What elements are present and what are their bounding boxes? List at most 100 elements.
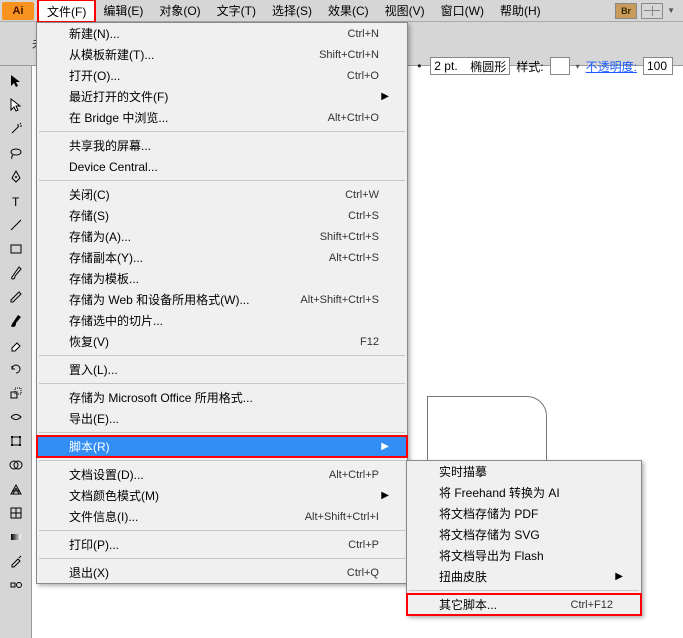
menu-item-文档颜色模式(M)[interactable]: 文档颜色模式(M)▶ xyxy=(37,485,407,506)
menu-文件(F)[interactable]: 文件(F) xyxy=(38,0,95,22)
menu-item-shortcut: Ctrl+W xyxy=(345,189,379,201)
menu-item-将文档存储为 PDF[interactable]: 将文档存储为 PDF xyxy=(407,503,641,524)
menu-文字(T)[interactable]: 文字(T) xyxy=(209,0,264,22)
menu-item-Device Central...[interactable]: Device Central... xyxy=(37,156,407,177)
type-tool-icon[interactable]: T xyxy=(3,190,29,212)
chevron-down-icon[interactable]: ▼ xyxy=(667,6,675,15)
menu-item-将文档导出为 Flash[interactable]: 将文档导出为 Flash xyxy=(407,545,641,566)
menu-item-存储(S)[interactable]: 存储(S)Ctrl+S xyxy=(37,205,407,226)
menu-item-存储为模板...[interactable]: 存储为模板... xyxy=(37,268,407,289)
menu-item-存储为(A)...[interactable]: 存储为(A)...Shift+Ctrl+S xyxy=(37,226,407,247)
menu-item-扭曲皮肤[interactable]: 扭曲皮肤▶ xyxy=(407,566,641,587)
lasso-tool-icon[interactable] xyxy=(3,142,29,164)
scale-tool-icon[interactable] xyxy=(3,382,29,404)
free-transform-tool-icon[interactable] xyxy=(3,430,29,452)
stroke-width-select[interactable]: 2 pt. 椭圆形 xyxy=(430,57,510,75)
stroke-style-value: 椭圆形 xyxy=(470,58,506,75)
menu-item-将文档存储为 SVG[interactable]: 将文档存储为 SVG xyxy=(407,524,641,545)
arrange-documents-icon[interactable] xyxy=(641,3,663,19)
menu-item-label: 导出(E)... xyxy=(69,410,379,427)
style-swatch[interactable] xyxy=(550,57,570,75)
menu-item-打印(P)...[interactable]: 打印(P)...Ctrl+P xyxy=(37,534,407,555)
menu-item-退出(X)[interactable]: 退出(X)Ctrl+Q xyxy=(37,562,407,583)
menu-item-在 Bridge 中浏览...[interactable]: 在 Bridge 中浏览...Alt+Ctrl+O xyxy=(37,107,407,128)
menu-item-存储选中的切片...[interactable]: 存储选中的切片... xyxy=(37,310,407,331)
bridge-badge[interactable]: Br xyxy=(615,3,637,19)
menu-item-label: 将文档导出为 Flash xyxy=(439,547,613,564)
paintbrush-tool-icon[interactable] xyxy=(3,262,29,284)
menu-separator xyxy=(39,180,405,181)
menu-separator xyxy=(39,131,405,132)
menu-separator xyxy=(39,460,405,461)
blob-brush-tool-icon[interactable] xyxy=(3,310,29,332)
pen-tool-icon[interactable] xyxy=(3,166,29,188)
menu-item-label: 从模板新建(T)... xyxy=(69,46,319,63)
menu-item-最近打开的文件(F)[interactable]: 最近打开的文件(F)▶ xyxy=(37,86,407,107)
menu-item-label: 在 Bridge 中浏览... xyxy=(69,109,328,126)
selection-tool-icon[interactable] xyxy=(3,70,29,92)
menu-对象(O)[interactable]: 对象(O) xyxy=(151,0,208,22)
menu-item-导出(E)...[interactable]: 导出(E)... xyxy=(37,408,407,429)
menu-效果(C)[interactable]: 效果(C) xyxy=(320,0,377,22)
mesh-tool-icon[interactable] xyxy=(3,502,29,524)
tools-panel: T xyxy=(0,66,32,638)
menu-item-label: 存储选中的切片... xyxy=(69,312,379,329)
menu-item-label: 实时描摹 xyxy=(439,463,613,480)
menu-item-文档设置(D)...[interactable]: 文档设置(D)...Alt+Ctrl+P xyxy=(37,464,407,485)
menu-item-label: 新建(N)... xyxy=(69,25,348,42)
menu-item-shortcut: Ctrl+S xyxy=(348,210,379,222)
menu-item-文件信息(I)...[interactable]: 文件信息(I)...Alt+Shift+Ctrl+I xyxy=(37,506,407,527)
menu-item-label: 脚本(R) xyxy=(69,438,379,455)
menu-item-shortcut: Ctrl+O xyxy=(347,70,379,82)
menu-separator xyxy=(39,432,405,433)
eraser-tool-icon[interactable] xyxy=(3,334,29,356)
perspective-grid-tool-icon[interactable] xyxy=(3,478,29,500)
menu-编辑(E)[interactable]: 编辑(E) xyxy=(95,0,151,22)
chevron-down-icon[interactable]: ▾ xyxy=(576,62,580,71)
menu-item-新建(N)...[interactable]: 新建(N)...Ctrl+N xyxy=(37,23,407,44)
menu-item-脚本(R)[interactable]: 脚本(R)▶ xyxy=(37,436,407,457)
menu-item-label: 将文档存储为 SVG xyxy=(439,526,613,543)
menu-item-label: 存储副本(Y)... xyxy=(69,249,329,266)
menu-item-label: 退出(X) xyxy=(69,564,347,581)
menu-item-关闭(C)[interactable]: 关闭(C)Ctrl+W xyxy=(37,184,407,205)
width-tool-icon[interactable] xyxy=(3,406,29,428)
menu-item-将 Freehand 转换为 AI[interactable]: 将 Freehand 转换为 AI xyxy=(407,482,641,503)
menu-帮助(H)[interactable]: 帮助(H) xyxy=(492,0,549,22)
menu-item-shortcut: Ctrl+N xyxy=(348,28,379,40)
menu-item-恢复(V)[interactable]: 恢复(V)F12 xyxy=(37,331,407,352)
blend-tool-icon[interactable] xyxy=(3,574,29,596)
pencil-tool-icon[interactable] xyxy=(3,286,29,308)
menu-item-label: 置入(L)... xyxy=(69,361,379,378)
line-tool-icon[interactable] xyxy=(3,214,29,236)
menu-item-label: Device Central... xyxy=(69,160,379,174)
shape-builder-tool-icon[interactable] xyxy=(3,454,29,476)
submenu-arrow-icon: ▶ xyxy=(379,441,389,452)
menu-item-label: 其它脚本... xyxy=(439,596,571,613)
menu-item-shortcut: Alt+Shift+Ctrl+I xyxy=(305,511,379,523)
menu-separator xyxy=(39,530,405,531)
opacity-label[interactable]: 不透明度: xyxy=(586,58,637,75)
menu-item-存储为 Microsoft Office 所用格式...[interactable]: 存储为 Microsoft Office 所用格式... xyxy=(37,387,407,408)
menu-item-置入(L)...[interactable]: 置入(L)... xyxy=(37,359,407,380)
menu-item-打开(O)...[interactable]: 打开(O)...Ctrl+O xyxy=(37,65,407,86)
rotate-tool-icon[interactable] xyxy=(3,358,29,380)
gradient-tool-icon[interactable] xyxy=(3,526,29,548)
opacity-input[interactable]: 100 xyxy=(643,57,673,75)
menu-窗口(W)[interactable]: 窗口(W) xyxy=(433,0,492,22)
menu-选择(S)[interactable]: 选择(S) xyxy=(264,0,320,22)
menu-item-其它脚本...[interactable]: 其它脚本...Ctrl+F12 xyxy=(407,594,641,615)
menu-item-存储副本(Y)...[interactable]: 存储副本(Y)...Alt+Ctrl+S xyxy=(37,247,407,268)
magic-wand-tool-icon[interactable] xyxy=(3,118,29,140)
rectangle-tool-icon[interactable] xyxy=(3,238,29,260)
menu-item-label: 恢复(V) xyxy=(69,333,360,350)
menu-item-存储为 Web 和设备所用格式(W)...[interactable]: 存储为 Web 和设备所用格式(W)...Alt+Shift+Ctrl+S xyxy=(37,289,407,310)
menu-视图(V)[interactable]: 视图(V) xyxy=(377,0,433,22)
menu-item-共享我的屏幕...[interactable]: 共享我的屏幕... xyxy=(37,135,407,156)
menu-item-从模板新建(T)...[interactable]: 从模板新建(T)...Shift+Ctrl+N xyxy=(37,44,407,65)
menu-item-shortcut: Alt+Ctrl+O xyxy=(328,112,379,124)
file-menu-dropdown: 新建(N)...Ctrl+N从模板新建(T)...Shift+Ctrl+N打开(… xyxy=(36,22,408,584)
eyedropper-tool-icon[interactable] xyxy=(3,550,29,572)
menu-item-实时描摹[interactable]: 实时描摹 xyxy=(407,461,641,482)
direct-selection-tool-icon[interactable] xyxy=(3,94,29,116)
